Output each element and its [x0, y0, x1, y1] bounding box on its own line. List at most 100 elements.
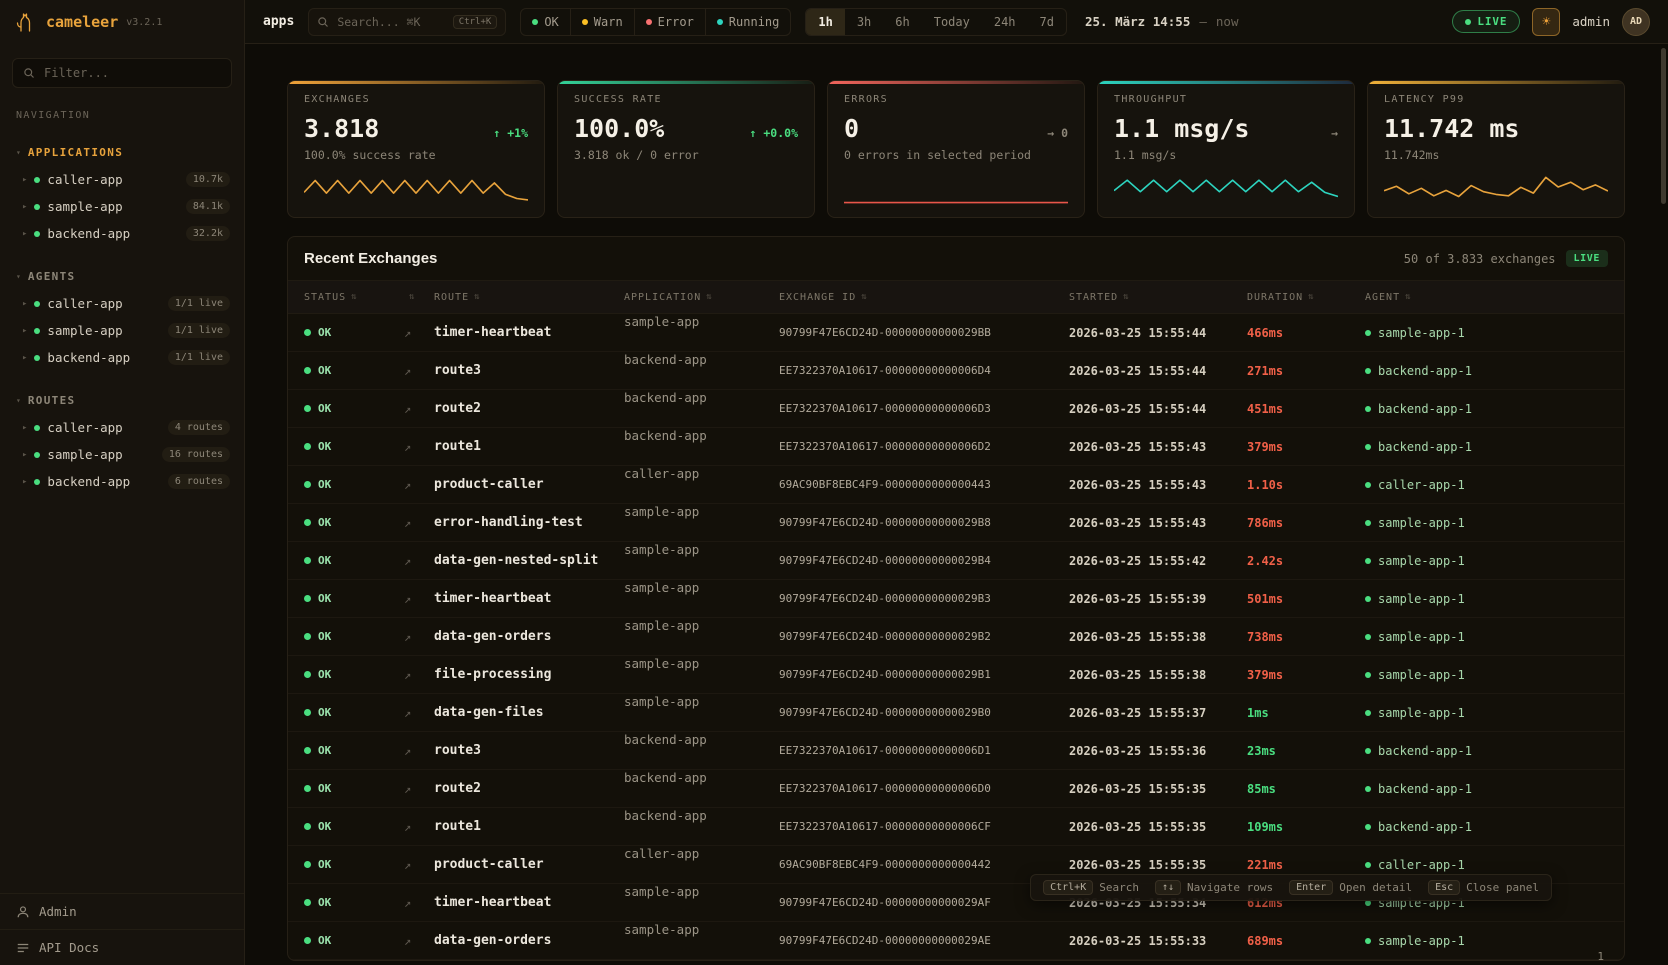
table-row[interactable]: OK↗data-gen-orderssample-app90799F47E6CD… — [288, 618, 1624, 656]
range-6h[interactable]: 6h — [883, 9, 921, 35]
table-row[interactable]: OK↗data-gen-orderssample-app90799F47E6CD… — [288, 922, 1624, 960]
open-trace-icon[interactable]: ↗ — [404, 440, 411, 454]
search-icon — [23, 67, 35, 79]
column-exchange-id[interactable]: EXCHANGE ID⇅ — [779, 292, 1069, 303]
started-cell: 2026-03-25 15:55:44 — [1069, 364, 1247, 378]
docs-icon — [16, 941, 30, 955]
started-cell: 2026-03-25 15:55:35 — [1069, 782, 1247, 796]
sort-icon: ⇅ — [1405, 292, 1411, 302]
duration-cell: 2.42s — [1247, 554, 1365, 568]
stat-label: SUCCESS RATE — [574, 94, 798, 105]
sidebar-item-backend-app[interactable]: ▸backend-app1/1 live — [0, 344, 244, 371]
global-search[interactable]: Ctrl+K — [308, 8, 506, 36]
application-cell: sample-app — [624, 922, 779, 959]
search-input[interactable] — [335, 14, 446, 30]
agent-dot — [1365, 330, 1371, 336]
chevron-right-icon: ▸ — [22, 326, 27, 336]
table-row[interactable]: OK↗route2backend-appEE7322370A10617-0000… — [288, 390, 1624, 428]
range-1h[interactable]: 1h — [806, 9, 844, 35]
theme-toggle-button[interactable]: ☀ — [1532, 8, 1560, 36]
application-cell: sample-app — [624, 884, 779, 921]
live-toggle[interactable]: LIVE — [1452, 10, 1520, 33]
avatar[interactable]: AD — [1622, 8, 1650, 36]
open-trace-icon[interactable]: ↗ — [404, 820, 411, 834]
status-dot — [582, 19, 588, 25]
sidebar-item-backend-app[interactable]: ▸backend-app6 routes — [0, 468, 244, 495]
sidebar-item-sample-app[interactable]: ▸sample-app1/1 live — [0, 317, 244, 344]
exchange-id-cell: 90799F47E6CD24D-00000000000029B3 — [779, 592, 1069, 605]
column-started[interactable]: STARTED⇅ — [1069, 292, 1247, 303]
table-row[interactable]: OK↗route2backend-appEE7322370A10617-0000… — [288, 770, 1624, 808]
table-row[interactable]: OK↗error-handling-testsample-app90799F47… — [288, 504, 1624, 542]
sidebar-item-sample-app[interactable]: ▸sample-app16 routes — [0, 441, 244, 468]
open-trace-icon[interactable]: ↗ — [404, 592, 411, 606]
filter-ok[interactable]: OK — [521, 9, 569, 35]
open-trace-icon[interactable]: ↗ — [404, 554, 411, 568]
status-cell: OK — [304, 668, 404, 681]
column-label: DURATION — [1247, 292, 1303, 303]
stat-subtext: 1.1 msg/s — [1114, 148, 1338, 162]
filter-running[interactable]: Running — [705, 9, 791, 35]
table-row[interactable]: OK↗data-gen-filessample-app90799F47E6CD2… — [288, 694, 1624, 732]
open-trace-icon[interactable]: ↗ — [404, 516, 411, 530]
table-row[interactable]: OK↗timer-heartbeatsample-app90799F47E6CD… — [288, 580, 1624, 618]
table-row[interactable]: OK↗route3backend-appEE7322370A10617-0000… — [288, 732, 1624, 770]
open-cell: ↗ — [404, 554, 434, 568]
open-trace-icon[interactable]: ↗ — [404, 782, 411, 796]
column-agent[interactable]: AGENT⇅ — [1365, 292, 1624, 303]
open-trace-icon[interactable]: ↗ — [404, 364, 411, 378]
filter-input[interactable] — [42, 65, 221, 81]
sidebar-item-api-docs[interactable]: API Docs — [0, 929, 244, 965]
sidebar-section-applications[interactable]: ▾APPLICATIONS — [0, 139, 244, 166]
filter-error[interactable]: Error — [634, 9, 705, 35]
filter-warn[interactable]: Warn — [570, 9, 634, 35]
status-cell: OK — [304, 554, 404, 567]
open-trace-icon[interactable]: ↗ — [404, 934, 411, 948]
sidebar-item-admin[interactable]: Admin — [0, 894, 244, 929]
open-trace-icon[interactable]: ↗ — [404, 858, 411, 872]
duration-cell: 738ms — [1247, 630, 1365, 644]
ok-dot — [304, 709, 311, 716]
section-label: ROUTES — [28, 394, 76, 407]
exchange-id-cell: EE7322370A10617-00000000000006D1 — [779, 744, 1069, 757]
open-trace-icon[interactable]: ↗ — [404, 896, 411, 910]
sidebar-section-routes[interactable]: ▾ROUTES — [0, 387, 244, 414]
table-row[interactable]: OK↗route3backend-appEE7322370A10617-0000… — [288, 352, 1624, 390]
range-7d[interactable]: 7d — [1028, 9, 1066, 35]
open-trace-icon[interactable]: ↗ — [404, 630, 411, 644]
open-trace-icon[interactable]: ↗ — [404, 744, 411, 758]
sidebar-filter[interactable] — [12, 58, 232, 88]
sidebar-item-caller-app[interactable]: ▸caller-app1/1 live — [0, 290, 244, 317]
sidebar-section-agents[interactable]: ▾AGENTS — [0, 263, 244, 290]
column-duration[interactable]: DURATION⇅ — [1247, 292, 1365, 303]
range-24h[interactable]: 24h — [982, 9, 1028, 35]
scrollbar-thumb[interactable] — [1661, 48, 1666, 204]
agent-dot — [1365, 444, 1371, 450]
table-row[interactable]: OK↗timer-heartbeatsample-app90799F47E6CD… — [288, 314, 1624, 352]
column-route[interactable]: ROUTE⇅ — [434, 292, 624, 303]
section-label: AGENTS — [28, 270, 76, 283]
sidebar-item-caller-app[interactable]: ▸caller-app10.7k — [0, 166, 244, 193]
sidebar-item-caller-app[interactable]: ▸caller-app4 routes — [0, 414, 244, 441]
table-row[interactable]: OK↗product-callercaller-app69AC90BF8EBC4… — [288, 466, 1624, 504]
sidebar-item-backend-app[interactable]: ▸backend-app32.2k — [0, 220, 244, 247]
range-today[interactable]: Today — [922, 9, 982, 35]
open-trace-icon[interactable]: ↗ — [404, 402, 411, 416]
open-trace-icon[interactable]: ↗ — [404, 478, 411, 492]
table-row[interactable]: OK↗file-processingsample-app90799F47E6CD… — [288, 656, 1624, 694]
open-trace-icon[interactable]: ↗ — [404, 706, 411, 720]
open-trace-icon[interactable]: ↗ — [404, 668, 411, 682]
table-row[interactable]: OK↗route1backend-appEE7322370A10617-0000… — [288, 428, 1624, 466]
chevron-right-icon: ▸ — [22, 299, 27, 309]
table-row[interactable]: OK↗data-gen-nested-splitsample-app90799F… — [288, 542, 1624, 580]
column-application[interactable]: APPLICATION⇅ — [624, 292, 779, 303]
open-trace-icon[interactable]: ↗ — [404, 326, 411, 340]
sidebar: cameleer v3.2.1 NAVIGATION ▾APPLICATIONS… — [0, 0, 245, 965]
agent-cell: sample-app-1 — [1365, 668, 1624, 682]
sidebar-item-sample-app[interactable]: ▸sample-app84.1k — [0, 193, 244, 220]
open-cell: ↗ — [404, 630, 434, 644]
table-row[interactable]: OK↗route1backend-appEE7322370A10617-0000… — [288, 808, 1624, 846]
column-status[interactable]: STATUS⇅ — [304, 292, 404, 303]
range-3h[interactable]: 3h — [845, 9, 883, 35]
column-action[interactable]: ⇅ — [404, 292, 434, 302]
